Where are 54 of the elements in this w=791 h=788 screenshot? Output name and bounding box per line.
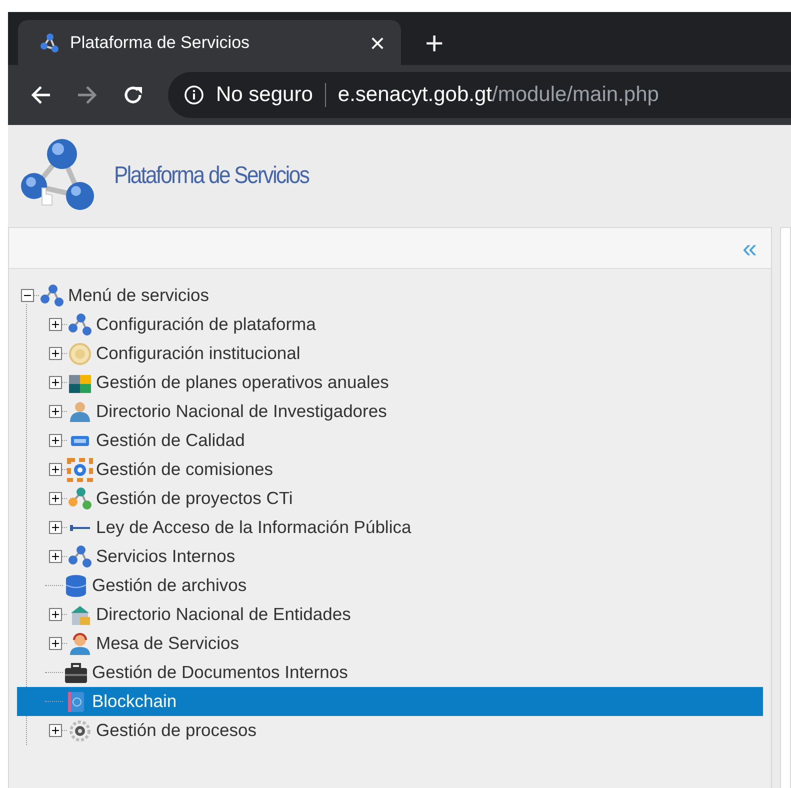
expand-toggle[interactable] <box>49 521 62 534</box>
address-bar[interactable]: No seguro e.senacyt.gob.gt/module/main.php <box>168 72 791 118</box>
person-icon <box>67 632 93 656</box>
tree-item[interactable]: Configuración de plataforma <box>95 314 317 335</box>
expand-toggle[interactable] <box>49 434 62 447</box>
tree-item[interactable]: Gestión de Calidad <box>95 430 246 451</box>
browser-tab[interactable]: Plataforma de Servicios × <box>18 20 401 65</box>
forward-icon[interactable] <box>76 84 98 106</box>
tree-item[interactable]: Directorio Nacional de Investigadores <box>95 401 388 422</box>
database-icon <box>63 574 89 598</box>
expand-toggle[interactable] <box>49 463 62 476</box>
selected-tree-item[interactable]: Blockchain <box>17 687 763 716</box>
close-tab-button[interactable]: × <box>370 30 385 56</box>
url-text: e.senacyt.gob.gt/module/main.php <box>338 83 659 107</box>
expand-toggle[interactable] <box>49 550 62 563</box>
tree-item[interactable]: Gestión de planes operativos anuales <box>95 372 390 393</box>
tree-item[interactable]: Menú de servicios <box>67 285 210 306</box>
tree-item[interactable]: Gestión de procesos <box>95 720 258 741</box>
expand-toggle[interactable] <box>49 724 62 737</box>
tree-item[interactable]: Gestión de proyectos CTi <box>95 488 294 509</box>
info-icon[interactable] <box>184 85 204 105</box>
network-icon <box>67 544 93 568</box>
gear-icon <box>67 458 93 482</box>
tree-item[interactable]: Mesa de Servicios <box>95 633 240 654</box>
expand-toggle[interactable] <box>49 376 62 389</box>
collapse-toggle[interactable] <box>21 289 34 302</box>
tree-item[interactable]: Servicios Internos <box>95 546 236 567</box>
tab-title: Plataforma de Servicios <box>70 32 251 52</box>
tree-item[interactable]: Ley de Acceso de la Información Pública <box>95 517 412 538</box>
security-label: No seguro <box>216 83 313 107</box>
briefcase-icon <box>63 660 89 684</box>
app-title: Plataforma de Servicios <box>114 162 309 190</box>
tree-item[interactable]: Directorio Nacional de Entidades <box>95 604 352 625</box>
line-icon <box>69 524 91 532</box>
reload-icon[interactable] <box>122 84 144 106</box>
expand-toggle[interactable] <box>49 405 62 418</box>
network-icon <box>40 32 60 52</box>
seal-icon <box>67 342 93 366</box>
new-tab-button[interactable]: + <box>421 27 448 59</box>
network-icon <box>67 486 93 510</box>
tree-item[interactable]: Gestión de archivos <box>91 575 248 596</box>
expand-toggle[interactable] <box>49 318 62 331</box>
tree-item[interactable]: Gestión de Documentos Internos <box>91 662 349 683</box>
person-icon <box>67 400 93 424</box>
tree-item[interactable]: Configuración institucional <box>95 343 302 364</box>
tree-item[interactable]: Gestión de comisiones <box>95 459 274 480</box>
network-icon <box>67 312 93 336</box>
expand-toggle[interactable] <box>49 492 62 505</box>
back-icon[interactable] <box>30 84 52 106</box>
gear-icon <box>67 718 93 742</box>
expand-toggle[interactable] <box>49 637 62 650</box>
network-icon <box>39 284 65 308</box>
expand-toggle[interactable] <box>49 608 62 621</box>
expand-toggle[interactable] <box>49 347 62 360</box>
